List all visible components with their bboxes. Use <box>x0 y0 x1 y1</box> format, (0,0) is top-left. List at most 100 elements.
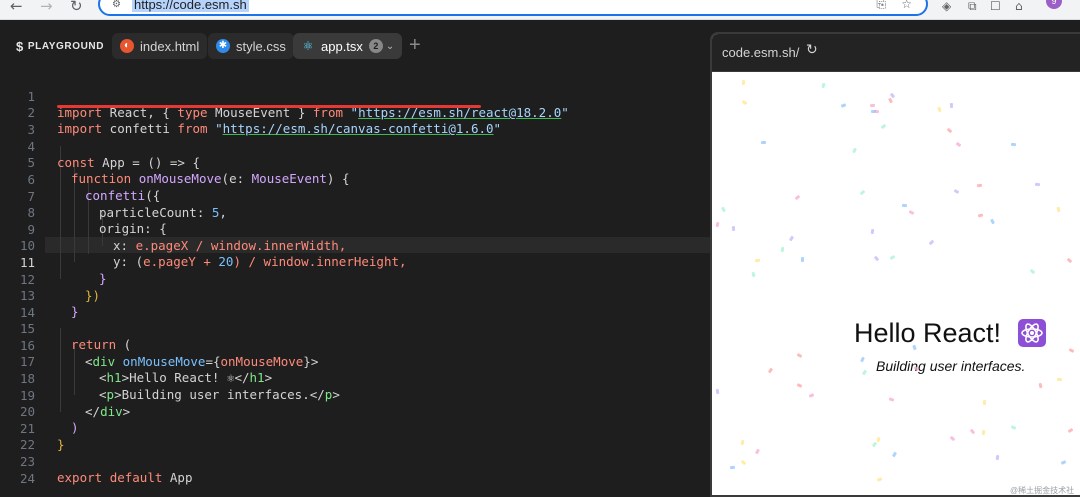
confetti-particle <box>977 183 983 188</box>
code-line: 4 const App = () => { <box>0 123 710 170</box>
extension-icon[interactable]: ◈ <box>942 0 951 13</box>
tab-app-tsx[interactable]: ⚛ app.tsx 2 ⌄ <box>293 33 403 59</box>
confetti-particle <box>876 437 881 443</box>
reload-icon[interactable]: ↻ <box>70 0 83 15</box>
code-line: 6 confetti({ <box>0 156 710 203</box>
confetti-particle <box>890 255 896 261</box>
code-line: 12 }) <box>0 256 710 303</box>
code-line: 3 <box>0 106 710 137</box>
confetti-particle <box>751 271 756 278</box>
confetti-particle <box>741 99 748 105</box>
confetti-particle <box>901 204 908 208</box>
back-arrow-icon[interactable]: ← <box>10 0 23 15</box>
confetti-particle <box>1066 257 1073 264</box>
confetti-particle <box>755 448 761 454</box>
confetti-particle <box>977 213 984 218</box>
confetti-particle <box>1068 347 1074 353</box>
bookmark-star-icon[interactable]: ☆ <box>901 0 912 11</box>
address-bar-url[interactable]: https://code.esm.sh <box>132 0 249 12</box>
confetti-particle <box>870 229 875 235</box>
react-atom-icon <box>1018 319 1046 347</box>
problems-badge: 2 <box>368 39 383 53</box>
plus-icon[interactable]: + <box>409 34 421 57</box>
confetti-particle <box>880 123 887 129</box>
confetti-particle <box>861 369 867 376</box>
confetti-particle <box>1010 142 1017 147</box>
confetti-particle <box>983 399 987 405</box>
confetti-particle <box>990 218 996 225</box>
extension-icon[interactable]: ⌂ <box>1015 0 1023 13</box>
tab-label: index.html <box>140 38 200 54</box>
code-line: 13 } <box>0 272 710 319</box>
confetti-particle <box>955 141 962 147</box>
confetti-particle <box>946 127 953 134</box>
preview-viewport[interactable]: Hello React! Building user interfaces. <box>712 72 1080 495</box>
code-line: 18 <p>Building user interfaces.</p> <box>0 355 710 402</box>
translate-icon[interactable]: ⎘ <box>876 0 886 12</box>
confetti-particle <box>821 83 827 89</box>
confetti-particle <box>789 235 795 242</box>
code-line: 8 origin: { <box>0 189 710 236</box>
confetti-particle <box>742 79 746 85</box>
preview-heading: Hello React! <box>854 318 1002 348</box>
confetti-particle <box>1060 460 1067 466</box>
forward-arrow-icon[interactable]: → <box>40 0 53 15</box>
preview-url: code.esm.sh/ <box>722 45 800 60</box>
code-line: 7 particleCount: 5, <box>0 173 710 220</box>
code-line: 15 return ( <box>0 305 710 352</box>
confetti-particle <box>720 206 726 213</box>
confetti-particle <box>767 367 773 374</box>
line-number: 24 <box>19 471 35 486</box>
playground-tabbar: $ PLAYGROUND ◐ index.html ✱ style.css ⚛ … <box>0 20 710 70</box>
confetti-particle <box>981 429 986 436</box>
confetti-particle <box>714 221 720 228</box>
confetti-particle <box>740 439 745 446</box>
preview-subtitle: Building user interfaces. <box>876 358 1026 374</box>
tab-style-css[interactable]: ✱ style.css <box>208 33 294 59</box>
code-line: 19 </div> <box>0 372 710 419</box>
confetti-particle <box>996 455 1000 461</box>
address-bar[interactable]: ⚙ https://code.esm.sh ⎘ ☆ <box>98 0 928 16</box>
confetti-particle <box>870 109 876 113</box>
tab-label: app.tsx <box>321 38 363 54</box>
site-settings-icon[interactable]: ⚙ <box>112 0 121 10</box>
code-editor[interactable]: 1 import React, { type MouseEvent } from… <box>0 70 710 497</box>
confetti-particle <box>969 429 976 435</box>
html-file-icon: ◐ <box>120 39 134 53</box>
refresh-icon[interactable]: ↻ <box>806 42 818 58</box>
code-line: 10 y: (e.pageY + 20) / window.innerHeigh… <box>0 222 710 269</box>
chevron-down-icon[interactable]: ⌄ <box>386 41 394 52</box>
confetti-particle <box>908 209 915 215</box>
tab-label: style.css <box>236 38 286 54</box>
confetti-particle <box>860 356 866 363</box>
confetti-particle <box>840 103 847 109</box>
confetti-particle <box>780 246 785 253</box>
avatar[interactable]: 9 <box>1046 0 1062 9</box>
confetti-particle <box>928 239 935 246</box>
confetti-particle <box>761 141 767 145</box>
tab-index-html[interactable]: ◐ index.html <box>112 33 208 59</box>
confetti-particle <box>796 353 803 359</box>
react-file-icon: ⚛ <box>302 39 314 53</box>
code-line: 2 import confetti from "https://esm.sh/c… <box>0 89 710 136</box>
confetti-particle <box>953 188 960 194</box>
confetti-particle <box>1029 268 1036 274</box>
code-line: 24 <box>0 455 710 486</box>
preview-header: code.esm.sh/ ↻ <box>712 34 1080 72</box>
extension-icon[interactable]: ☐ <box>990 0 1001 13</box>
confetti-particle <box>888 396 894 402</box>
code-line: 23 export default App <box>0 438 710 485</box>
confetti-particle <box>1034 182 1040 187</box>
confetti-particle <box>876 477 883 482</box>
extension-icon[interactable]: ⧉ <box>968 0 977 14</box>
confetti-particle <box>949 103 953 109</box>
confetti-particle <box>1010 425 1017 431</box>
confetti-particle <box>1038 382 1043 389</box>
code-line: 5 function onMouseMove(e: MouseEvent) { <box>0 139 710 186</box>
confetti-particle <box>871 441 878 447</box>
code-line: 17 <h1>Hello React! ⚛</h1> <box>0 338 710 385</box>
confetti-particle <box>796 383 803 388</box>
esm-logo-icon: $ <box>16 39 24 54</box>
confetti-particle <box>891 451 897 458</box>
confetti-particle <box>1067 427 1074 433</box>
